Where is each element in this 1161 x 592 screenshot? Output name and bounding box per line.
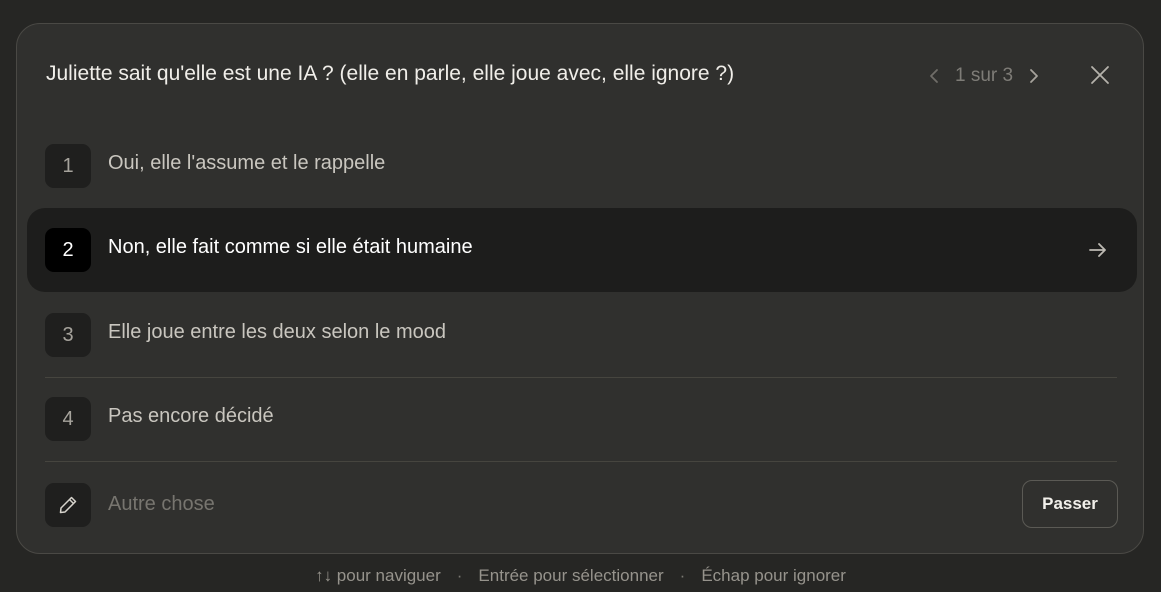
pager-text: 1 sur 3 (955, 65, 1014, 86)
other-answer-input[interactable] (108, 490, 908, 518)
arrow-right-icon (1089, 243, 1106, 257)
close-button[interactable] (1087, 62, 1113, 88)
chevron-left-icon[interactable] (925, 67, 943, 85)
option-3[interactable]: 3 Elle joue entre les deux selon le mood (27, 293, 1137, 377)
hint-navigate: ↑↓ pour naviguer (315, 566, 441, 585)
other-answer-row: Passer (27, 462, 1137, 546)
option-2[interactable]: 2 Non, elle fait comme si elle était hum… (27, 208, 1137, 292)
pager: 1 sur 3 (925, 62, 1043, 90)
option-label: Oui, elle l'assume et le rappelle (108, 152, 386, 174)
keyboard-hints: ↑↓ pour naviguer · Entrée pour sélectionne… (0, 566, 1161, 586)
skip-button[interactable]: Passer (1022, 480, 1118, 528)
option-number: 4 (45, 397, 91, 441)
option-label: Pas encore décidé (108, 405, 274, 427)
pencil-icon (45, 483, 91, 527)
option-number: 3 (45, 313, 91, 357)
option-label: Non, elle fait comme si elle était humai… (108, 236, 473, 258)
option-number: 1 (45, 144, 91, 188)
option-number: 2 (45, 228, 91, 272)
chevron-right-icon[interactable] (1025, 67, 1043, 85)
close-icon (1091, 66, 1109, 84)
option-1[interactable]: 1 Oui, elle l'assume et le rappelle (27, 124, 1137, 208)
question-title: Juliette sait qu'elle est une IA ? (elle… (46, 62, 735, 85)
option-4[interactable]: 4 Pas encore décidé (27, 377, 1137, 461)
hint-separator: · (456, 566, 463, 585)
hint-separator: · (679, 566, 686, 585)
hint-dismiss: Échap pour ignorer (701, 566, 846, 585)
option-label: Elle joue entre les deux selon le mood (108, 321, 446, 343)
hint-select: Entrée pour sélectionner (478, 566, 664, 585)
dialog-header: Juliette sait qu'elle est une IA ? (elle… (17, 24, 1143, 129)
question-dialog: Juliette sait qu'elle est une IA ? (elle… (16, 23, 1144, 554)
